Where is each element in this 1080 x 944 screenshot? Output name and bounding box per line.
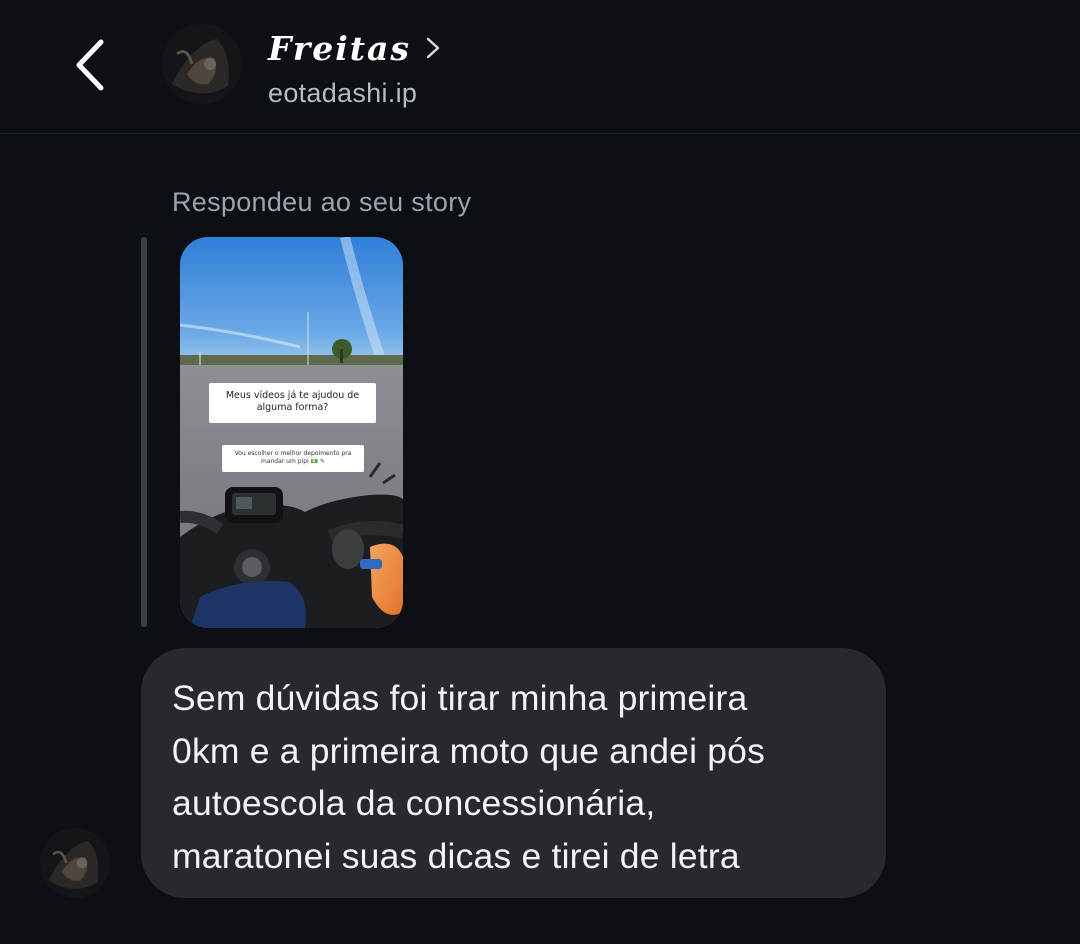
chat-screen: Freitas eotadashi.ip Respondeu ao seu st… xyxy=(0,0,1080,944)
message-text: Sem dúvidas foi tirar minha primeira 0km… xyxy=(172,678,766,876)
story-image xyxy=(180,237,403,628)
contact-handle: eotadashi.ip xyxy=(268,78,418,108)
chevron-left-icon xyxy=(76,39,104,91)
message-bubble[interactable]: Sem dúvidas foi tirar minha primeira 0km… xyxy=(141,648,886,898)
sender-avatar[interactable] xyxy=(40,828,110,898)
reply-indicator-bar xyxy=(141,237,147,627)
contact-avatar[interactable] xyxy=(162,24,242,104)
story-question-text: Meus vídeos já te ajudou de alguma forma… xyxy=(209,383,376,423)
story-reply-label: Respondeu ao seu story xyxy=(172,187,472,217)
contact-title[interactable]: Freitas xyxy=(268,26,441,70)
chevron-right-icon xyxy=(426,37,440,59)
chat-header: Freitas eotadashi.ip xyxy=(0,0,1080,134)
avatar-image xyxy=(40,828,110,898)
story-thumbnail[interactable]: Meus vídeos já te ajudou de alguma forma… xyxy=(180,237,403,628)
contact-name: Freitas xyxy=(268,28,411,68)
back-button[interactable] xyxy=(62,30,118,100)
story-caption-text: Vou escolher o melhor depoimento pra man… xyxy=(222,445,364,472)
avatar-image xyxy=(162,24,242,104)
